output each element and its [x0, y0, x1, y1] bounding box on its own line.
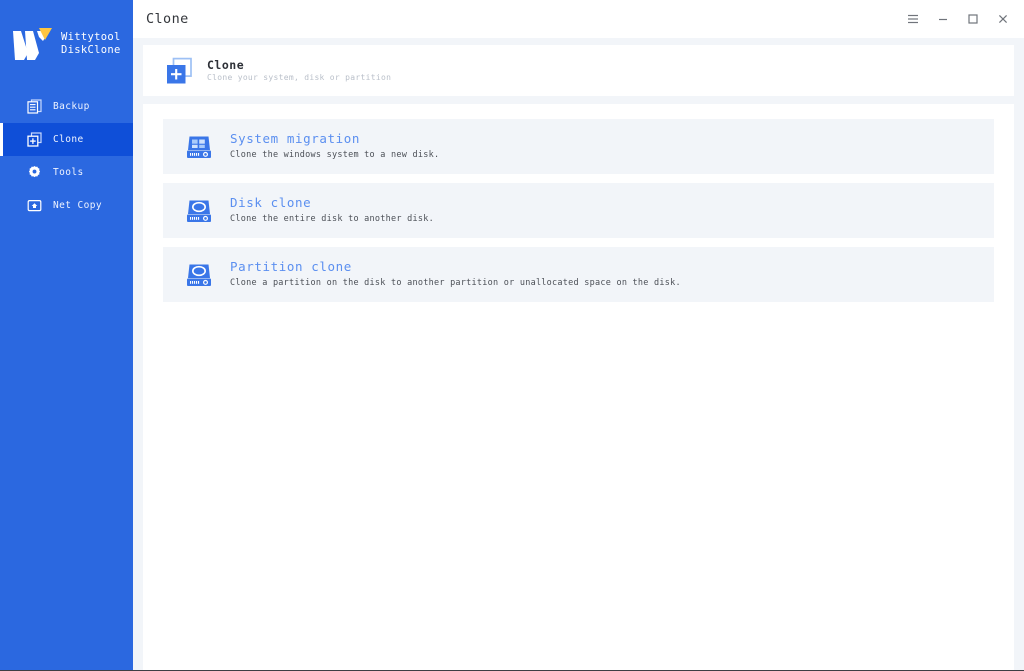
option-text: Partition clone Clone a partition on the… [230, 259, 681, 290]
w-logo-icon [12, 27, 54, 61]
main-area: Clone Clone Clone your system, disk or p… [133, 0, 1024, 670]
brand-line1: Wittytool [61, 31, 121, 43]
sidebar-item-clone[interactable]: Clone [0, 123, 133, 156]
page-title: Clone [146, 11, 189, 27]
brand-text: Wittytool DiskClone [61, 31, 121, 57]
net-copy-icon [27, 198, 42, 213]
maximize-icon [967, 13, 979, 25]
sidebar-item-net-copy[interactable]: Net Copy [0, 189, 133, 222]
option-text: System migration Clone the windows syste… [230, 131, 439, 162]
option-system-migration[interactable]: System migration Clone the windows syste… [163, 119, 994, 174]
close-button[interactable] [990, 6, 1016, 32]
clone-icon [27, 132, 42, 147]
window-controls [900, 6, 1016, 32]
minimize-button[interactable] [930, 6, 956, 32]
option-subtitle: Clone the entire disk to another disk. [230, 214, 434, 224]
disk-icon [184, 196, 214, 226]
sidebar-nav: Backup Clone Tools Net Copy [0, 90, 133, 222]
hamburger-icon [907, 13, 919, 25]
sidebar: Wittytool DiskClone Backup Clone Tools N… [0, 0, 133, 670]
sidebar-item-label: Net Copy [53, 200, 102, 211]
option-subtitle: Clone the windows system to a new disk. [230, 150, 440, 160]
sidebar-item-label: Clone [53, 134, 84, 145]
clone-banner: Clone Clone your system, disk or partiti… [143, 45, 1014, 96]
minimize-icon [937, 13, 949, 25]
banner-text: Clone Clone your system, disk or partiti… [207, 58, 391, 84]
sidebar-item-label: Backup [53, 101, 90, 112]
backup-icon [27, 99, 42, 114]
option-title: System migration [230, 131, 361, 146]
menu-button[interactable] [900, 6, 926, 32]
sidebar-item-backup[interactable]: Backup [0, 90, 133, 123]
disk-icon [184, 260, 214, 290]
titlebar: Clone [133, 0, 1024, 38]
brand: Wittytool DiskClone [0, 0, 133, 70]
maximize-button[interactable] [960, 6, 986, 32]
option-subtitle: Clone a partition on the disk to another… [230, 278, 681, 288]
option-title: Partition clone [230, 259, 352, 274]
brand-line2: DiskClone [61, 44, 121, 56]
windows-disk-icon [184, 132, 214, 162]
option-disk-clone[interactable]: Disk clone Clone the entire disk to anot… [163, 183, 994, 238]
banner-title: Clone [207, 57, 245, 72]
banner-subtitle: Clone your system, disk or partition [207, 72, 392, 82]
sidebar-item-tools[interactable]: Tools [0, 156, 133, 189]
options-panel: System migration Clone the windows syste… [143, 104, 1014, 670]
close-icon [997, 13, 1009, 25]
option-title: Disk clone [230, 195, 312, 210]
clone-icon [165, 57, 193, 85]
option-partition-clone[interactable]: Partition clone Clone a partition on the… [163, 247, 994, 302]
content: Clone Clone your system, disk or partiti… [133, 38, 1024, 670]
option-text: Disk clone Clone the entire disk to anot… [230, 195, 434, 226]
app-window: Wittytool DiskClone Backup Clone Tools N… [0, 0, 1024, 671]
sidebar-item-label: Tools [53, 167, 84, 178]
gear-icon [27, 165, 42, 180]
